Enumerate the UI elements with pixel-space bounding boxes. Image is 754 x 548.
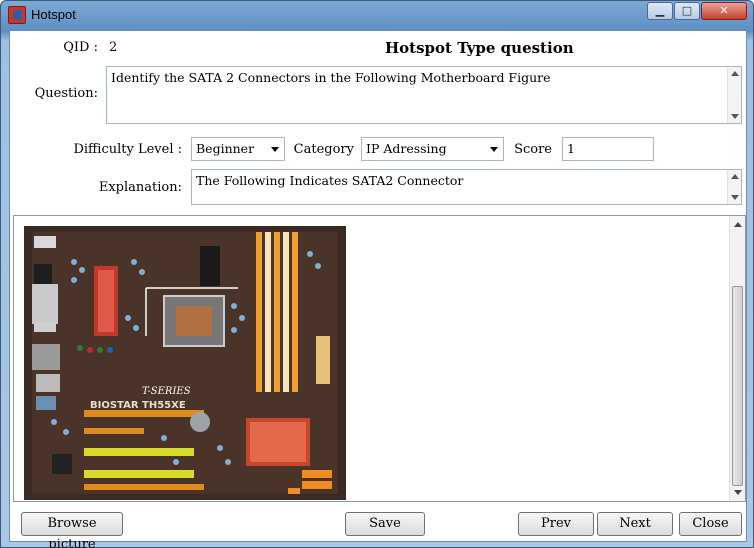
minimize-button[interactable]: ▁ <box>647 2 673 20</box>
chevron-down-icon <box>271 147 279 152</box>
maximize-button[interactable]: □ <box>674 2 700 20</box>
scrollbar-thumb[interactable] <box>732 286 743 486</box>
browse-picture-button[interactable]: Browse picture <box>21 512 123 548</box>
prev-button[interactable]: Prev <box>518 512 594 536</box>
window-title: Hotspot <box>31 7 76 22</box>
hotspot-window: Hotspot ▁ □ ✕ QID : 2 Hotspot Type quest… <box>0 0 754 548</box>
close-button[interactable]: Close <box>679 512 742 536</box>
difficulty-value: Beginner <box>196 141 255 156</box>
question-textarea[interactable]: Identify the SATA 2 Connectors in the Fo… <box>106 66 742 124</box>
save-button[interactable]: Save <box>345 512 425 536</box>
image-scrollbar[interactable] <box>729 216 745 501</box>
category-select[interactable]: IP Adressing <box>361 137 504 161</box>
question-text: Identify the SATA 2 Connectors in the Fo… <box>111 70 551 85</box>
app-icon <box>8 6 26 24</box>
explanation-text: The Following Indicates SATA2 Connector <box>196 173 464 188</box>
scroll-down-icon[interactable] <box>731 114 739 119</box>
score-label: Score <box>514 142 552 157</box>
category-value: IP Adressing <box>366 141 447 156</box>
form-panel: QID : 2 Hotspot Type question Question: … <box>9 30 747 548</box>
title-bar[interactable]: Hotspot ▁ □ ✕ <box>1 1 753 29</box>
explanation-textarea[interactable]: The Following Indicates SATA2 Connector <box>191 169 742 205</box>
page-title: Hotspot Type question <box>385 39 574 57</box>
scroll-up-icon[interactable] <box>731 71 739 76</box>
explanation-scrollbar[interactable] <box>727 170 741 204</box>
scroll-down-icon[interactable] <box>734 490 742 495</box>
scroll-up-icon[interactable] <box>731 174 739 179</box>
question-scrollbar[interactable] <box>727 67 741 123</box>
window-close-button[interactable]: ✕ <box>701 2 747 20</box>
scroll-up-icon[interactable] <box>734 222 742 227</box>
chevron-down-icon <box>490 147 498 152</box>
explanation-label: Explanation: <box>98 180 182 195</box>
score-input[interactable]: 1 <box>562 137 654 161</box>
difficulty-label: Difficulty Level : <box>73 142 182 157</box>
difficulty-select[interactable]: Beginner <box>191 137 285 161</box>
next-button[interactable]: Next <box>597 512 673 536</box>
board-series-text: T-SERIES <box>142 386 191 397</box>
category-label: Category <box>293 142 354 157</box>
qid-label: QID : <box>63 40 98 55</box>
scroll-down-icon[interactable] <box>731 195 739 200</box>
board-logo-text: BIOSTAR TH55XE <box>90 400 186 411</box>
qid-value: 2 <box>109 40 118 55</box>
motherboard-image[interactable]: BIOSTAR TH55XE T-SERIES <box>24 226 346 500</box>
hotspot-image-panel[interactable]: BIOSTAR TH55XE T-SERIES <box>13 215 746 502</box>
question-label: Question: <box>34 86 98 101</box>
